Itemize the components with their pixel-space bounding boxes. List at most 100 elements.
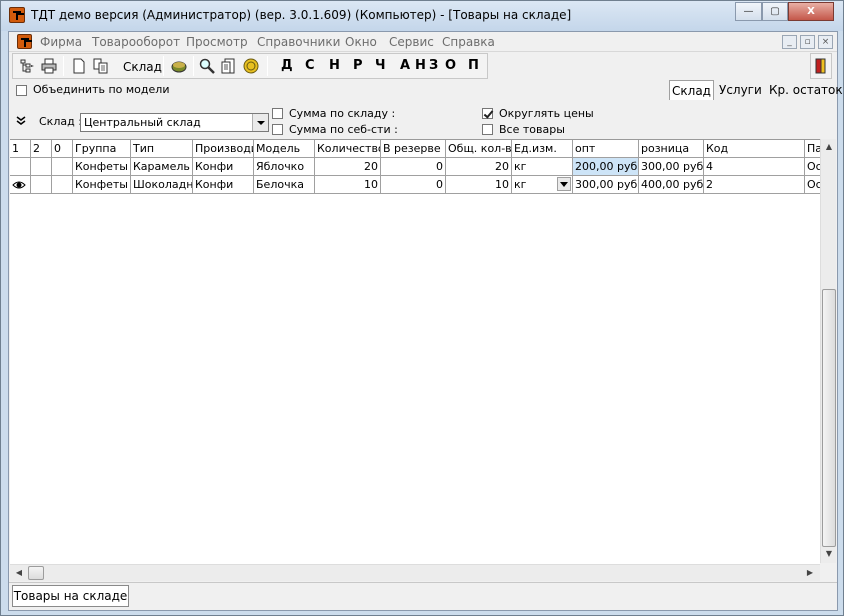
menu-prosmotr[interactable]: Просмотр [186, 35, 248, 49]
table-cell-type[interactable]: Шоколадн [131, 176, 193, 194]
mdi-minimize-button[interactable]: _ [782, 35, 797, 49]
menu-servis[interactable]: Сервис [389, 35, 434, 49]
table-cell-pa[interactable]: Ос [805, 176, 820, 194]
tab-uslugi[interactable]: Услуги [719, 80, 762, 100]
new-document-icon[interactable] [71, 58, 87, 74]
menu-spravochniki[interactable]: Справочники [257, 35, 340, 49]
exit-button[interactable] [810, 53, 832, 79]
close-button[interactable]: X [788, 2, 834, 21]
table-cell-qty[interactable]: 10 [315, 176, 381, 194]
letter-button-s[interactable]: С [305, 58, 315, 73]
column-header[interactable]: 2 [31, 140, 52, 158]
column-header[interactable]: 1 [10, 140, 31, 158]
letter-button-d[interactable]: Д [281, 58, 293, 73]
table-cell[interactable] [10, 176, 31, 194]
report-icon[interactable] [221, 58, 237, 74]
table-cell-maker[interactable]: Конфи [193, 176, 254, 194]
table-cell-opt[interactable]: 300,00 руб. [573, 176, 639, 194]
print-icon[interactable] [41, 58, 57, 74]
table-cell-unit[interactable]: кг [512, 176, 573, 194]
sklad-button[interactable]: Склад [123, 58, 162, 76]
table-cell-total[interactable]: 20 [446, 158, 512, 176]
scroll-right-icon[interactable]: ▶ [802, 568, 818, 577]
mdi-close-button[interactable]: × [818, 35, 833, 49]
coin-icon[interactable] [243, 58, 259, 74]
letter-button-p[interactable]: П [468, 58, 479, 73]
window-tab-goods[interactable]: Товары на складе [12, 585, 129, 607]
mdi-restore-button[interactable]: ▫ [800, 35, 815, 49]
letter-button-r[interactable]: Р [353, 58, 363, 73]
column-header-code[interactable]: Код [704, 140, 805, 158]
table-cell-retail[interactable]: 400,00 руб. [639, 176, 704, 194]
table-cell-model[interactable]: Белочка [254, 176, 315, 194]
round-prices-checkbox[interactable] [482, 108, 493, 119]
column-header[interactable]: 0 [52, 140, 73, 158]
table-cell-reserve[interactable]: 0 [381, 176, 446, 194]
table-cell-unit[interactable]: кг [512, 158, 573, 176]
horizontal-scroll-thumb[interactable] [28, 566, 44, 580]
table-cell[interactable] [31, 158, 52, 176]
column-header-opt[interactable]: опт [573, 140, 639, 158]
letter-button-z[interactable]: З [429, 58, 438, 73]
letter-button-n[interactable]: Н [329, 58, 340, 73]
table-cell-type[interactable]: Карамель [131, 158, 193, 176]
copy-document-icon[interactable] [93, 58, 109, 74]
table-cell-maker[interactable]: Конфи [193, 158, 254, 176]
letter-button-n2[interactable]: Н [415, 58, 426, 73]
menu-tovarooborot[interactable]: Товарооборот [92, 35, 180, 49]
sum-by-cost-checkbox[interactable] [272, 124, 283, 135]
goods-grid[interactable]: 1 2 0 Группа Тип Производи Модель Количе… [10, 139, 820, 564]
maximize-button[interactable]: ▢ [762, 2, 788, 21]
basket-icon[interactable] [171, 58, 187, 74]
mdi-child-icon[interactable] [17, 34, 32, 49]
search-icon[interactable] [199, 58, 215, 74]
merge-by-model-checkbox[interactable] [16, 85, 27, 96]
menu-spravka[interactable]: Справка [442, 35, 495, 49]
tab-kr-ostatok[interactable]: Кр. остаток [769, 80, 843, 100]
table-cell-code[interactable]: 2 [704, 176, 805, 194]
scroll-down-icon[interactable]: ▼ [821, 549, 837, 558]
column-header-type[interactable]: Тип [131, 140, 193, 158]
table-cell-reserve[interactable]: 0 [381, 158, 446, 176]
scroll-up-icon[interactable]: ▲ [821, 142, 837, 151]
table-cell[interactable] [52, 158, 73, 176]
table-cell-code[interactable]: 4 [704, 158, 805, 176]
table-cell[interactable] [52, 176, 73, 194]
letter-button-o[interactable]: О [445, 58, 456, 73]
column-header-reserve[interactable]: В резерве [381, 140, 446, 158]
horizontal-scrollbar[interactable]: ◀ ▶ [10, 564, 820, 581]
column-header-qty[interactable]: Количество [315, 140, 381, 158]
chevron-down-icon[interactable] [252, 114, 268, 131]
vertical-scroll-thumb[interactable] [822, 289, 836, 547]
scroll-left-icon[interactable]: ◀ [11, 568, 27, 577]
menu-okno[interactable]: Окно [345, 35, 377, 49]
unit-dropdown-button[interactable] [557, 177, 571, 191]
letter-button-ch[interactable]: Ч [375, 58, 386, 73]
letter-button-a[interactable]: А [400, 58, 410, 73]
menu-firma[interactable]: Фирма [40, 35, 82, 49]
table-cell-model[interactable]: Яблочко [254, 158, 315, 176]
table-cell-group[interactable]: Конфеты [73, 158, 131, 176]
column-header-pa[interactable]: Па [805, 140, 820, 158]
table-cell-retail[interactable]: 300,00 руб. [639, 158, 704, 176]
all-goods-checkbox[interactable] [482, 124, 493, 135]
table-cell[interactable] [31, 176, 52, 194]
table-cell-group[interactable]: Конфеты [73, 176, 131, 194]
minimize-button[interactable]: — [735, 2, 762, 21]
table-cell-opt[interactable]: 200,00 руб. [573, 158, 639, 176]
column-header-model[interactable]: Модель [254, 140, 315, 158]
table-cell-qty[interactable]: 20 [315, 158, 381, 176]
table-cell-pa[interactable]: Ос [805, 158, 820, 176]
warehouse-select[interactable]: Центральный склад [80, 113, 269, 132]
column-header-retail[interactable]: розница [639, 140, 704, 158]
table-cell-total[interactable]: 10 [446, 176, 512, 194]
column-header-unit[interactable]: Ед.изм. [512, 140, 573, 158]
sum-by-warehouse-checkbox[interactable] [272, 108, 283, 119]
collapse-chevron-icon[interactable] [16, 116, 26, 126]
column-header-group[interactable]: Группа [73, 140, 131, 158]
column-header-total[interactable]: Общ. кол-во [446, 140, 512, 158]
column-header-maker[interactable]: Производи [193, 140, 254, 158]
table-cell[interactable] [10, 158, 31, 176]
title-bar[interactable]: ТДТ демо версия (Администратор) (вер. 3.… [1, 1, 843, 31]
tree-icon[interactable] [19, 58, 35, 74]
